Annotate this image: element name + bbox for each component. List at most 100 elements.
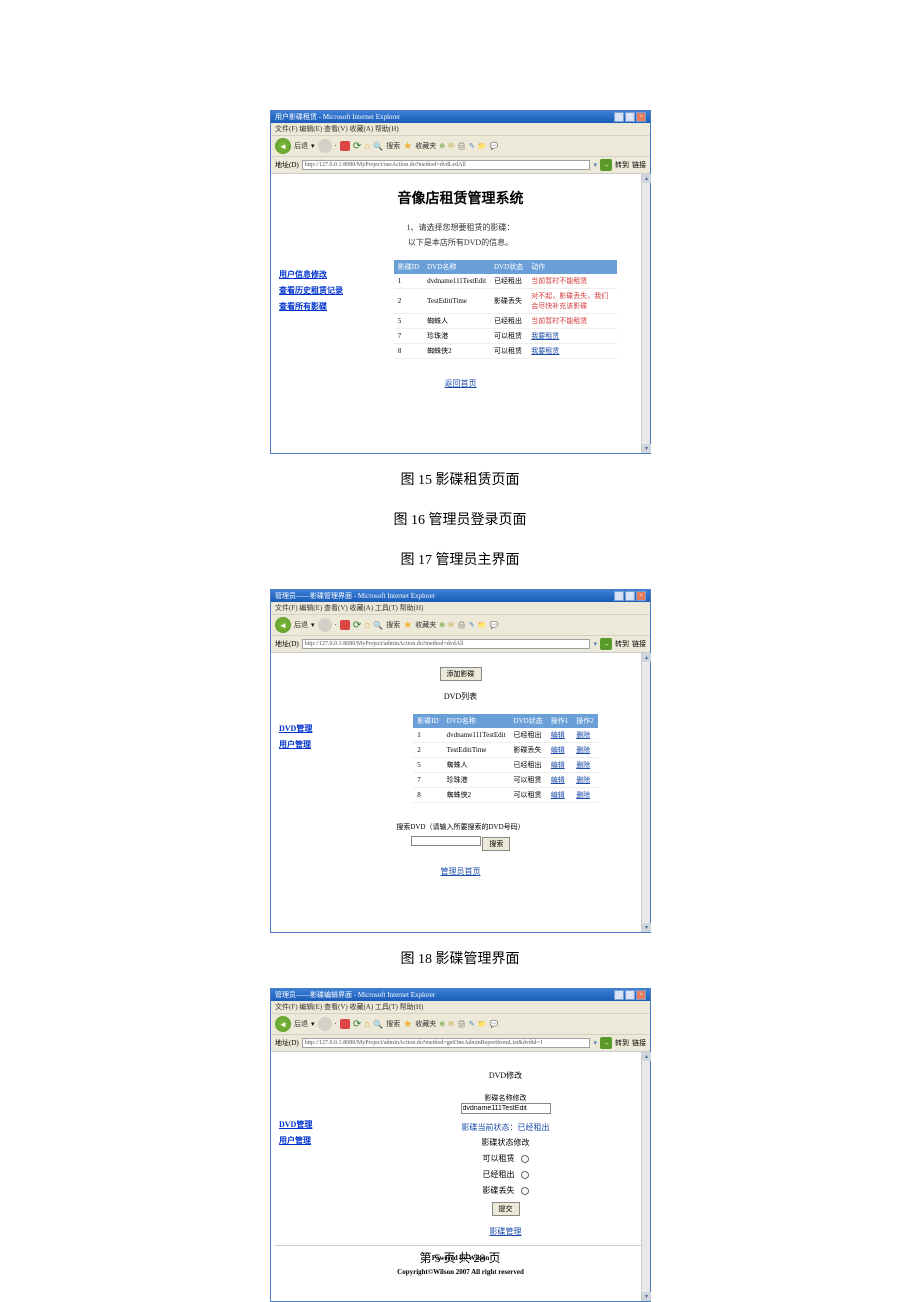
- dropdown-icon[interactable]: ▾: [311, 621, 315, 629]
- sidebar-history[interactable]: 查看历史租赁记录: [279, 285, 361, 296]
- rent-link[interactable]: 我要租赁: [527, 329, 617, 344]
- scrollbar[interactable]: ▴ ▾: [641, 174, 650, 453]
- forward-button[interactable]: [318, 139, 332, 153]
- address-input[interactable]: http://127.0.0.1:8080/MyProject/useActio…: [302, 160, 591, 170]
- home-icon[interactable]: ⌂: [364, 1019, 370, 1030]
- maximize-button[interactable]: □: [625, 591, 635, 601]
- print-icon[interactable]: 🖨: [457, 142, 466, 150]
- dvd-manage-link[interactable]: 影碟管理: [373, 1226, 638, 1237]
- sidebar-user-manage[interactable]: 用户管理: [279, 1135, 361, 1146]
- folder-icon[interactable]: 📁: [478, 621, 487, 629]
- radio-option-rented[interactable]: 已经租出: [373, 1169, 638, 1180]
- refresh-icon[interactable]: ⟳: [353, 1019, 361, 1030]
- go-button[interactable]: →: [600, 1037, 612, 1049]
- refresh-icon[interactable]: ⟳: [353, 141, 361, 152]
- dropdown-icon[interactable]: ▾: [593, 640, 597, 648]
- radio-option-lost[interactable]: 影碟丢失: [373, 1185, 638, 1196]
- dropdown-icon[interactable]: ▾: [311, 142, 315, 150]
- edit-link[interactable]: 编辑: [547, 728, 573, 743]
- print-icon[interactable]: 🖨: [457, 621, 466, 629]
- search-icon[interactable]: 🔍: [373, 621, 383, 630]
- radio-icon[interactable]: [521, 1187, 529, 1195]
- go-button[interactable]: →: [600, 638, 612, 650]
- scroll-up-icon[interactable]: ▴: [642, 174, 651, 183]
- discuss-icon[interactable]: 💬: [489, 621, 498, 629]
- scroll-up-icon[interactable]: ▴: [642, 1052, 651, 1061]
- maximize-button[interactable]: □: [625, 112, 635, 122]
- menubar[interactable]: 文件(F) 编辑(E) 查看(V) 收藏(A) 工具(T) 帮助(H): [271, 602, 650, 614]
- edit-icon[interactable]: ✎: [469, 621, 475, 629]
- favorites-icon[interactable]: ★: [403, 1019, 412, 1030]
- history-icon[interactable]: ⊕: [439, 621, 445, 629]
- links-label[interactable]: 链接: [632, 160, 646, 170]
- forward-button[interactable]: [318, 1017, 332, 1031]
- refresh-icon[interactable]: ⟳: [353, 620, 361, 631]
- menubar[interactable]: 文件(F) 编辑(E) 查看(V) 收藏(A) 帮助(H): [271, 123, 650, 135]
- scroll-down-icon[interactable]: ▾: [642, 923, 651, 932]
- scroll-down-icon[interactable]: ▾: [642, 444, 651, 453]
- go-button[interactable]: →: [600, 159, 612, 171]
- sidebar-dvd-manage[interactable]: DVD管理: [279, 723, 361, 734]
- radio-option-available[interactable]: 可以租赁: [373, 1153, 638, 1164]
- close-button[interactable]: ×: [636, 591, 646, 601]
- stop-icon[interactable]: [340, 620, 350, 630]
- dropdown-icon[interactable]: ▾: [311, 1020, 315, 1028]
- radio-icon[interactable]: [521, 1171, 529, 1179]
- print-icon[interactable]: 🖨: [457, 1020, 466, 1028]
- scroll-down-icon[interactable]: ▾: [642, 1292, 651, 1301]
- search-button[interactable]: 搜索: [482, 837, 510, 851]
- delete-link[interactable]: 删除: [572, 728, 598, 743]
- search-icon[interactable]: 🔍: [373, 142, 383, 151]
- folder-icon[interactable]: 📁: [478, 1020, 487, 1028]
- radio-icon[interactable]: [521, 1155, 529, 1163]
- mail-icon[interactable]: ✉: [448, 621, 454, 629]
- back-button[interactable]: ◄: [275, 617, 291, 633]
- stop-icon[interactable]: [340, 1019, 350, 1029]
- history-icon[interactable]: ⊕: [439, 142, 445, 150]
- delete-link[interactable]: 删除: [572, 788, 598, 803]
- minimize-button[interactable]: −: [614, 112, 624, 122]
- search-icon[interactable]: 🔍: [373, 1020, 383, 1029]
- folder-icon[interactable]: 📁: [478, 142, 487, 150]
- edit-icon[interactable]: ✎: [469, 142, 475, 150]
- menubar[interactable]: 文件(F) 编辑(E) 查看(V) 收藏(A) 工具(T) 帮助(H): [271, 1001, 650, 1013]
- links-label[interactable]: 链接: [632, 1038, 646, 1048]
- address-input[interactable]: http://127.0.0.1:8080/MyProject/adminAct…: [302, 639, 591, 649]
- sidebar-user-manage[interactable]: 用户管理: [279, 739, 361, 750]
- favorites-icon[interactable]: ★: [403, 141, 412, 152]
- submit-button[interactable]: 提交: [492, 1202, 520, 1216]
- dropdown-icon[interactable]: ▾: [593, 1039, 597, 1047]
- mail-icon[interactable]: ✉: [448, 142, 454, 150]
- close-button[interactable]: ×: [636, 112, 646, 122]
- edit-icon[interactable]: ✎: [469, 1020, 475, 1028]
- home-icon[interactable]: ⌂: [364, 141, 370, 152]
- links-label[interactable]: 链接: [632, 639, 646, 649]
- edit-link[interactable]: 编辑: [547, 758, 573, 773]
- sidebar-user-info[interactable]: 用户信息修改: [279, 269, 361, 280]
- delete-link[interactable]: 删除: [572, 743, 598, 758]
- mail-icon[interactable]: ✉: [448, 1020, 454, 1028]
- minimize-button[interactable]: −: [614, 591, 624, 601]
- history-icon[interactable]: ⊕: [439, 1020, 445, 1028]
- dropdown-icon[interactable]: ▾: [593, 161, 597, 169]
- sidebar-dvd-manage[interactable]: DVD管理: [279, 1119, 361, 1130]
- dvd-name-input[interactable]: [461, 1103, 551, 1114]
- return-home-link[interactable]: 返回首页: [275, 378, 646, 389]
- discuss-icon[interactable]: 💬: [489, 142, 498, 150]
- edit-link[interactable]: 编辑: [547, 743, 573, 758]
- close-button[interactable]: ×: [636, 990, 646, 1000]
- search-input[interactable]: [411, 836, 481, 846]
- sidebar-all-dvd[interactable]: 查看所有影碟: [279, 301, 361, 312]
- edit-link[interactable]: 编辑: [547, 773, 573, 788]
- delete-link[interactable]: 删除: [572, 773, 598, 788]
- home-icon[interactable]: ⌂: [364, 620, 370, 631]
- discuss-icon[interactable]: 💬: [489, 1020, 498, 1028]
- maximize-button[interactable]: □: [625, 990, 635, 1000]
- stop-icon[interactable]: [340, 141, 350, 151]
- scrollbar[interactable]: ▴ ▾: [641, 653, 650, 932]
- add-dvd-button[interactable]: 添加影碟: [440, 667, 482, 681]
- scroll-up-icon[interactable]: ▴: [642, 653, 651, 662]
- rent-link[interactable]: 我要租赁: [527, 344, 617, 359]
- back-button[interactable]: ◄: [275, 138, 291, 154]
- delete-link[interactable]: 删除: [572, 758, 598, 773]
